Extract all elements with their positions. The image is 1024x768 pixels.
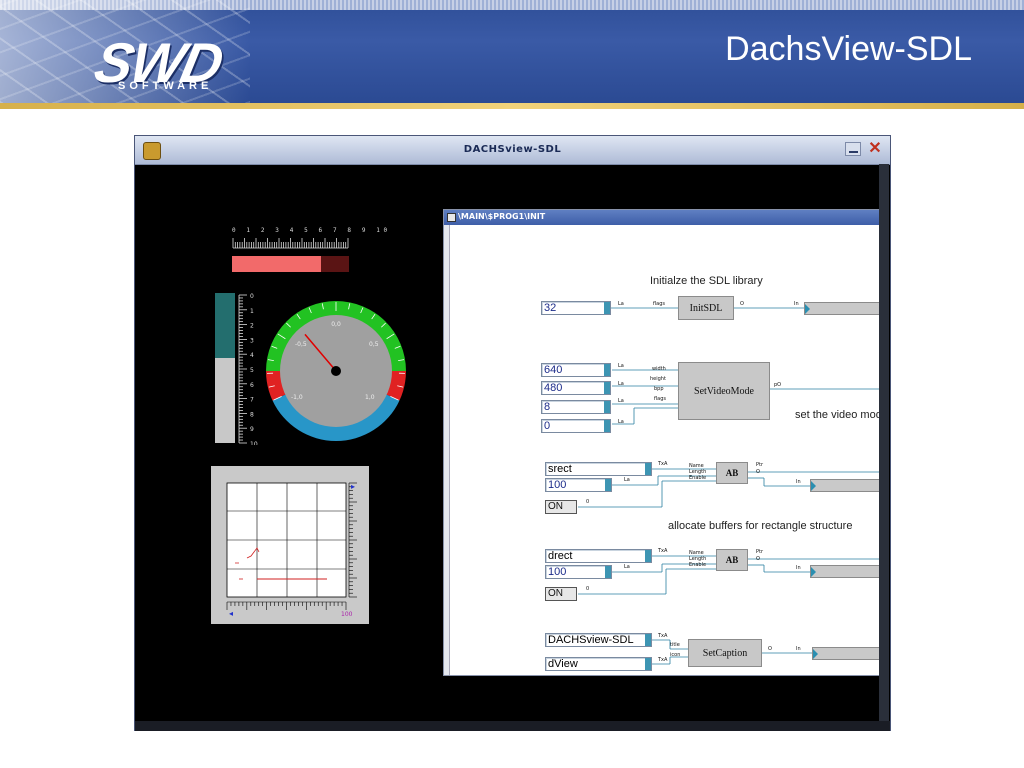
pin-label: La <box>618 398 624 404</box>
pin-label: 0 <box>586 586 590 592</box>
hbar-fill <box>232 256 321 272</box>
window-title: DACHSview-SDL <box>463 144 562 155</box>
initsdl-block[interactable]: InitSDL <box>678 296 734 320</box>
pin-label: Enable <box>689 475 707 481</box>
alloc2-length-input[interactable]: 100 <box>545 565 612 579</box>
video-width-input[interactable]: 640 <box>541 363 611 377</box>
pin-label: Ptr <box>756 549 764 555</box>
vbar-scale-label: 0 <box>250 293 254 300</box>
window-titlebar[interactable]: DACHSview-SDL ✕ <box>135 136 890 165</box>
vbar-scale-label: 6 <box>250 382 254 389</box>
pin-label: O <box>756 556 760 562</box>
mini-plot-canvas: ◂ ▸ 100 <box>226 482 357 618</box>
initsdl-flags-input[interactable]: 32 <box>541 301 611 315</box>
pin-label: La <box>624 564 630 570</box>
pin-label: O <box>740 301 744 307</box>
setcaption-block[interactable]: SetCaption <box>688 639 762 667</box>
slide-title: DachsView-SDL <box>725 30 972 68</box>
pin-label: In <box>796 646 801 652</box>
pin-label: bpp <box>654 386 664 392</box>
window-frame-right <box>879 164 889 730</box>
pin-label: Ptr <box>756 462 764 468</box>
pin-label: flags <box>654 396 666 402</box>
vbar-ruler: 0 1 2 3 4 5 6 7 8 9 10 <box>238 293 258 445</box>
caption-title-input[interactable]: DACHSview-SDL <box>545 633 652 647</box>
pin-label: flags <box>653 301 665 307</box>
comment-init: Initialze the SDL library <box>650 275 763 287</box>
caption-icon-input[interactable]: dView <box>545 657 652 671</box>
mini-plot: ◂ ▸ 100 <box>211 466 369 624</box>
initsdl-output[interactable] <box>804 302 888 315</box>
pin-label: width <box>652 366 666 372</box>
vbar-scale-label: 7 <box>250 397 254 404</box>
pin-label: O <box>768 646 772 652</box>
alloc2-block[interactable]: AB <box>716 549 748 571</box>
logo-subtitle: SOFTWARE <box>118 80 213 92</box>
pin-label: La <box>618 419 624 425</box>
minimize-icon[interactable] <box>845 142 861 156</box>
gauge: 0,0 -0,5 0,5 -1,0 1,0 <box>266 301 406 441</box>
alloc2-name-input[interactable]: drect <box>545 549 652 563</box>
vbar-scale-label: 4 <box>250 352 254 359</box>
pin-label: TxA <box>658 657 668 663</box>
comment-alloc: allocate buffers for rectangle structure <box>668 520 853 532</box>
pin-label: title <box>670 642 680 648</box>
alloc1-name-input[interactable]: srect <box>545 462 652 476</box>
pin-label: In <box>794 301 799 307</box>
pin-label: icon <box>670 652 681 658</box>
plot-marker-left: ◂ <box>229 609 233 618</box>
vbar-scale-label: 8 <box>250 411 254 418</box>
video-bpp-input[interactable]: 8 <box>541 400 611 414</box>
video-height-input[interactable]: 480 <box>541 381 611 395</box>
vbar-fill <box>215 293 235 358</box>
window-frame-bottom <box>135 721 890 731</box>
pin-label: TxA <box>658 633 668 639</box>
vbar-scale-label: 10 <box>250 441 258 445</box>
pin-label: In <box>796 565 801 571</box>
pin-label: La <box>618 381 624 387</box>
app-window: DACHSview-SDL ✕ 0 1 2 3 4 5 6 7 8 9 10 0… <box>134 135 891 731</box>
gauge-label-neg-one: -1,0 <box>291 394 303 401</box>
gauge-label-pos-half: 0,5 <box>369 341 379 348</box>
alloc2-enable-switch[interactable]: ON <box>545 587 577 601</box>
alloc1-output[interactable] <box>810 479 888 492</box>
setvideomode-block[interactable]: SetVideoMode <box>678 362 770 420</box>
alloc1-block[interactable]: AB <box>716 462 748 484</box>
slide-header: SWD SOFTWARE DachsView-SDL <box>0 0 1024 103</box>
plot-x-end-label: 100 <box>341 611 353 618</box>
video-flags-input[interactable]: 0 <box>541 419 611 433</box>
vbar-scale-label: 1 <box>250 308 254 315</box>
alloc1-length-input[interactable]: 100 <box>545 478 612 492</box>
pin-label: In <box>796 479 801 485</box>
gauge-label-center: 0,0 <box>331 321 341 328</box>
gauge-label-neg-half: -0,5 <box>295 341 307 348</box>
alloc1-enable-switch[interactable]: ON <box>545 500 577 514</box>
banner-gold-stripe <box>0 103 1024 109</box>
pin-label: pO <box>774 382 782 388</box>
pin-label: height <box>650 376 666 382</box>
gauge-hub <box>331 366 341 376</box>
gauge-label-pos-one: 1,0 <box>365 394 375 401</box>
pin-label: TxA <box>658 461 668 467</box>
pin-label: 0 <box>586 499 590 505</box>
pin-label: La <box>618 301 624 307</box>
pin-label: O <box>756 469 760 475</box>
diagram-window: \MAIN\$PROG1\INIT Initialze the SDL libr… <box>443 209 889 676</box>
alloc2-output[interactable] <box>810 565 888 578</box>
vbar-scale-label: 9 <box>250 426 254 433</box>
plot-marker-right: ▸ <box>351 482 355 491</box>
caption-output[interactable] <box>812 647 888 660</box>
close-icon[interactable]: ✕ <box>866 140 884 158</box>
pin-label: La <box>624 477 630 483</box>
vbar-scale-label: 2 <box>250 323 254 330</box>
pin-label: La <box>618 363 624 369</box>
pin-label: TxA <box>658 548 668 554</box>
vbar-scale-label: 3 <box>250 337 254 344</box>
vbar-scale-label: 5 <box>250 367 254 374</box>
comment-video: set the video mod <box>795 409 882 421</box>
pin-label: Enable <box>689 562 707 568</box>
hbar-ruler <box>232 238 349 249</box>
